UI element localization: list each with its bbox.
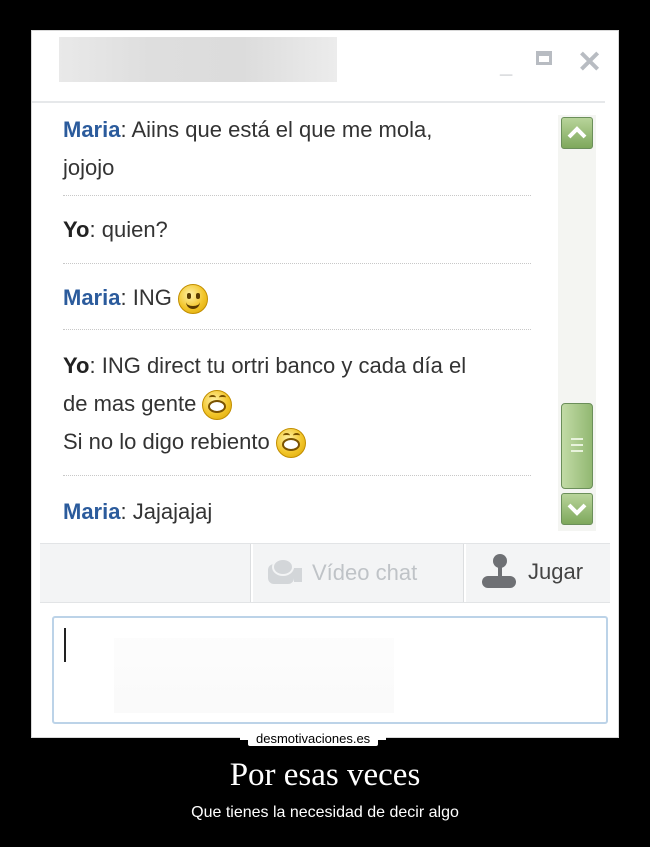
watermark-brand: desmotivaciones.es <box>239 731 387 746</box>
chevron-up-icon <box>567 126 587 139</box>
video-chat-button[interactable]: Vídeo chat <box>268 556 417 590</box>
chevron-down-icon <box>567 503 587 516</box>
message-text: de mas gente <box>63 391 197 416</box>
sender-name: Yo <box>63 353 90 378</box>
message-separator <box>63 263 531 264</box>
chat-scrollbar[interactable] <box>558 115 596 531</box>
joystick-icon <box>482 554 516 590</box>
minimize-button[interactable]: _ <box>500 53 512 79</box>
sender-name: Maria <box>63 499 121 524</box>
video-chat-label: Vídeo chat <box>312 560 418 585</box>
chat-window: _ ✕ Maria: Aiins que está el que me mola… <box>31 30 619 738</box>
play-button[interactable]: Jugar <box>482 554 583 590</box>
message-input[interactable] <box>52 616 608 724</box>
message: Maria: Aiins que está el que me mola, jo… <box>63 117 433 180</box>
message-text: ING <box>132 285 172 310</box>
play-label: Jugar <box>528 559 584 584</box>
input-background <box>114 638 394 713</box>
message-list: Maria: Aiins que está el que me mola, jo… <box>32 103 557 541</box>
message: Yo: ING direct tu ortri banco y cada día… <box>63 347 466 461</box>
grip-icon <box>571 438 583 452</box>
message-text: quien? <box>101 217 168 242</box>
sender-name: Yo <box>63 217 90 242</box>
toolbar-divider <box>463 544 466 602</box>
scroll-thumb[interactable] <box>561 403 593 489</box>
title-bar: _ ✕ <box>32 31 618 101</box>
message-text: Aiins que está el que me mola, <box>131 117 433 142</box>
message: Yo: quien? <box>63 217 168 242</box>
scroll-down-button[interactable] <box>561 493 593 525</box>
laugh-icon <box>202 390 233 421</box>
chat-toolbar: Vídeo chat Jugar <box>40 543 610 603</box>
message-separator <box>63 195 531 196</box>
laugh-icon <box>275 428 306 459</box>
sender-name: Maria <box>63 117 121 142</box>
sender-name: Maria <box>63 285 121 310</box>
message-separator <box>63 329 531 330</box>
text-caret <box>64 628 66 662</box>
message-text: jojojo <box>63 155 115 180</box>
poster-subtitle: Que tienes la necesidad de decir algo <box>191 804 459 821</box>
message-text: Si no lo digo rebiento <box>63 429 270 454</box>
message-text: Jajajajaj <box>132 499 213 524</box>
poster-title: Por esas veces <box>229 757 421 793</box>
scroll-up-button[interactable] <box>561 117 593 149</box>
message-text: ING direct tu ortri banco y cada día el <box>101 353 467 378</box>
video-camera-icon <box>268 558 302 588</box>
toolbar-divider <box>250 544 253 602</box>
message: Maria: Jajajajaj <box>63 499 213 524</box>
close-button[interactable]: ✕ <box>577 45 602 80</box>
blurred-contact-name <box>59 37 337 82</box>
message: Maria: ING <box>63 279 208 317</box>
maximize-button[interactable] <box>536 51 552 65</box>
smile-icon <box>177 284 208 315</box>
message-separator <box>63 475 531 476</box>
